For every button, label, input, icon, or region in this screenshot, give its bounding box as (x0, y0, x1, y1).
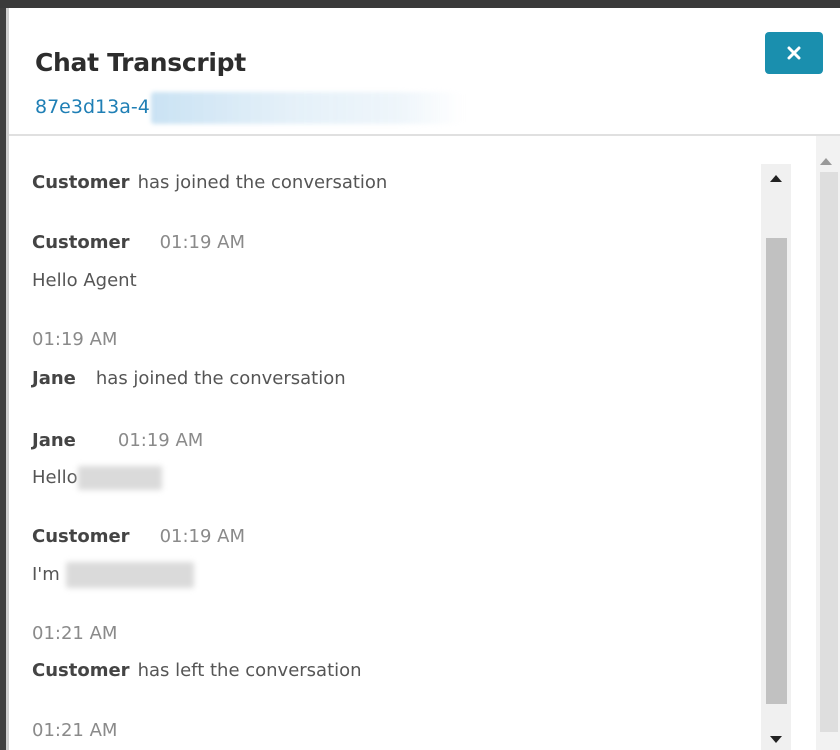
dialog-title: Chat Transcript (35, 48, 246, 77)
message-text: has left the conversation (137, 660, 362, 681)
system-message: Customer has left the conversation (32, 660, 362, 681)
system-message: Jane has joined the conversation (32, 368, 346, 389)
message-timestamp: 01:21 AM (32, 720, 117, 741)
page-scrollbar-thumb[interactable] (820, 172, 838, 732)
arrow-up-icon (820, 158, 832, 165)
message-time: 01:19 AM (32, 329, 118, 350)
system-message: Customer has joined the conversation (32, 172, 387, 193)
message-header: Customer 01:19 AM (32, 526, 245, 547)
message-sender: Jane (32, 368, 76, 389)
message-time: 01:21 AM (32, 720, 118, 741)
scroll-down-button[interactable] (761, 726, 791, 750)
close-button[interactable] (765, 32, 823, 74)
message-text: has joined the conversation (137, 172, 388, 193)
message-text: Hello (32, 467, 78, 488)
message-text: Hello Agent (32, 270, 137, 291)
message-sender: Customer (32, 172, 130, 193)
message-sender: Customer (32, 526, 130, 547)
message-text: has joined the conversation (95, 368, 346, 389)
message-timestamp: 01:19 AM (32, 329, 117, 350)
redacted-text (77, 466, 162, 490)
message-header: Jane 01:19 AM (32, 430, 203, 451)
message-time: 01:19 AM (159, 232, 246, 253)
page-scrollbar[interactable] (816, 136, 840, 750)
scrollbar-thumb[interactable] (766, 238, 787, 704)
message-text: I'm (32, 564, 60, 585)
message-timestamp: 01:21 AM (32, 623, 117, 644)
message-sender: Customer (32, 660, 130, 681)
message-time: 01:21 AM (32, 623, 118, 644)
page-scroll-up-button[interactable] (820, 150, 832, 169)
message-body: I'm (32, 562, 194, 588)
contact-id-link[interactable]: 87e3d13a-4 (35, 96, 150, 118)
transcript-body: Customer has joined the conversation Cust… (9, 136, 840, 750)
message-sender: Customer (32, 232, 130, 253)
redacted-text (65, 562, 194, 588)
transcript-scrollbar[interactable] (761, 164, 791, 750)
scroll-up-button[interactable] (761, 164, 791, 192)
message-body: Hello Agent (32, 270, 137, 291)
arrow-up-icon (770, 175, 782, 182)
dialog-header: Chat Transcript 87e3d13a-4 (9, 8, 840, 136)
message-time: 01:19 AM (159, 526, 246, 547)
window-top-bar (0, 0, 840, 8)
chat-transcript-dialog: Chat Transcript 87e3d13a-4 Customer has j… (6, 8, 840, 750)
redacted-contact-id (151, 92, 463, 124)
message-body: Hello (32, 466, 162, 490)
message-time: 01:19 AM (117, 430, 204, 451)
close-icon (787, 46, 801, 60)
arrow-down-icon (770, 736, 782, 743)
message-sender: Jane (32, 430, 76, 451)
message-header: Customer 01:19 AM (32, 232, 245, 253)
